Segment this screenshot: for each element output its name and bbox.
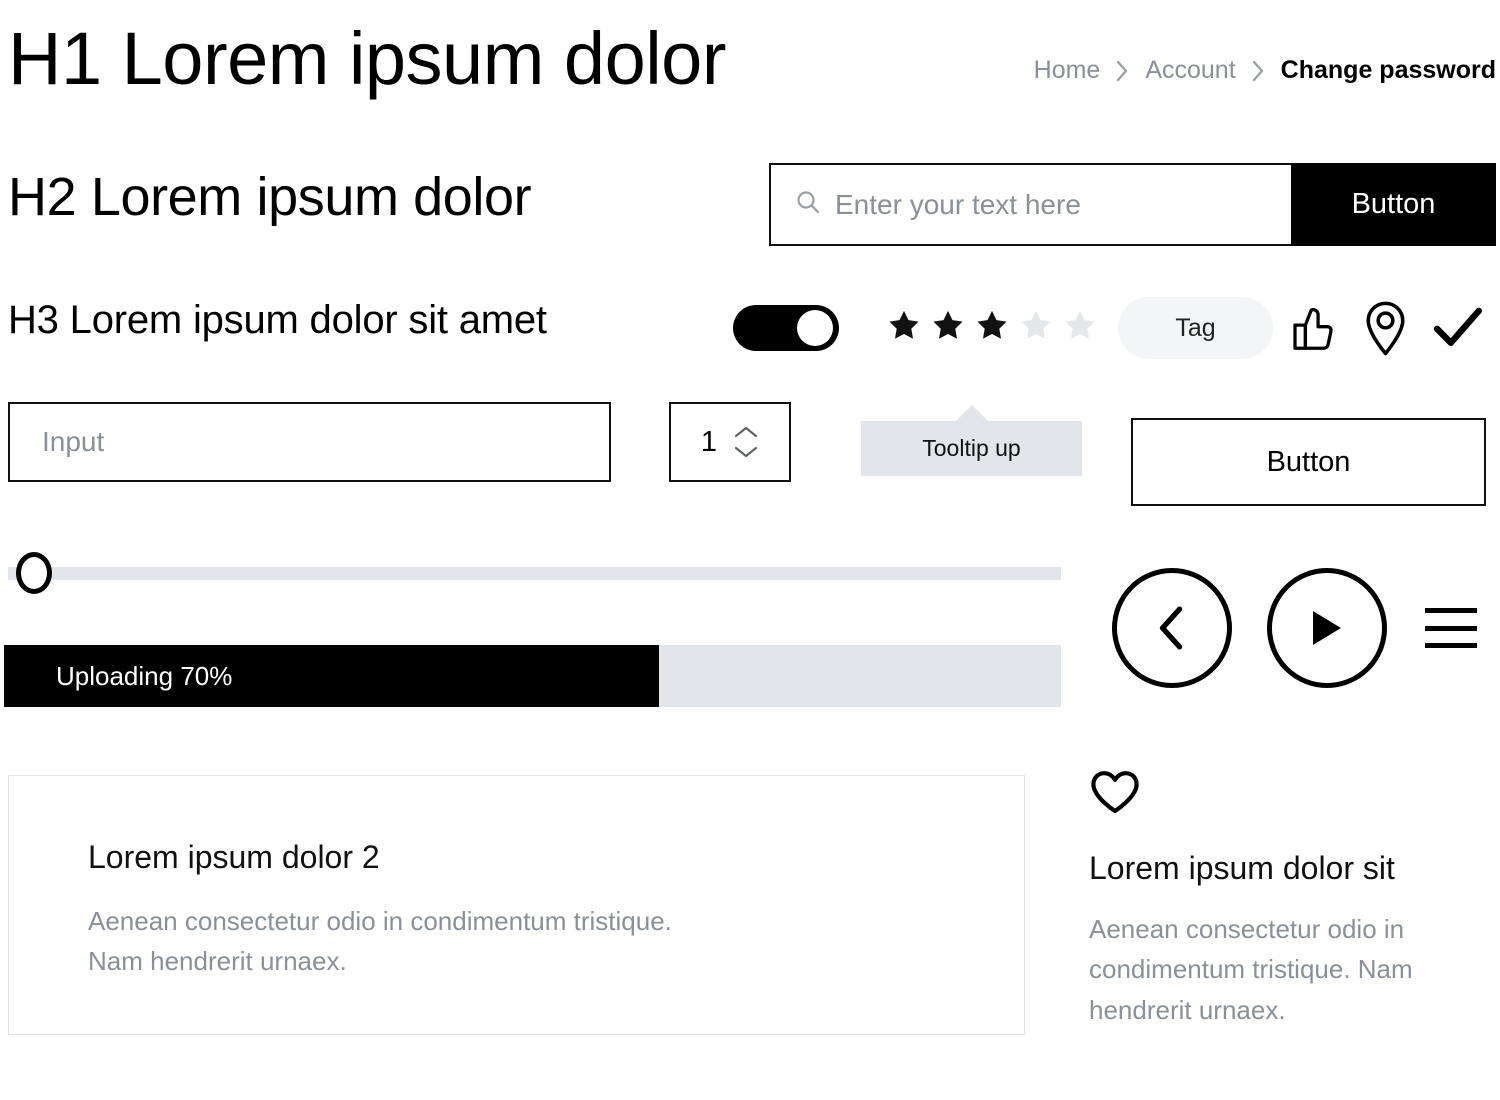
star-icon-filled[interactable] [886,308,922,343]
tooltip-text: Tooltip up [922,435,1021,461]
map-pin-icon[interactable] [1363,300,1408,357]
breadcrumb: Home Account Change password [1034,56,1496,85]
hamburger-bar [1425,625,1477,631]
play-button[interactable] [1267,568,1387,688]
slider-handle[interactable] [16,552,52,594]
side-title: Lorem ipsum dolor sit [1089,850,1395,886]
slider-track[interactable] [8,567,1061,580]
chevron-right-icon [1252,60,1265,82]
tag-chip[interactable]: Tag [1118,297,1273,359]
chevron-up-icon[interactable] [733,425,759,439]
star-icon-empty[interactable] [1062,308,1098,343]
side-body: Aenean consectetur odio in condimentum t… [1089,914,1413,1025]
content-card: Lorem ipsum dolor 2 Aenean consectetur o… [8,775,1025,1035]
page-title-h3: H3 Lorem ipsum dolor sit amet [8,298,547,342]
slider[interactable] [8,552,1061,596]
breadcrumb-item-home[interactable]: Home [1034,56,1101,85]
quantity-stepper-arrows[interactable] [733,425,759,459]
search-icon [795,189,821,220]
chevron-down-icon[interactable] [733,445,759,459]
page-title-h2: H2 Lorem ipsum dolor [8,167,532,227]
star-icon-filled[interactable] [930,308,966,343]
progress-bar-label: Uploading 70% [56,660,233,691]
secondary-button[interactable]: Button [1131,418,1486,506]
breadcrumb-item-change-password[interactable]: Change password [1281,56,1496,85]
progress-bar: Uploading 70% [4,645,1061,707]
previous-button[interactable] [1112,568,1232,688]
chevron-right-icon [1116,60,1129,82]
search-input-placeholder: Enter your text here [835,188,1081,220]
hamburger-bar [1425,608,1477,613]
breadcrumb-item-account[interactable]: Account [1145,56,1235,85]
text-input[interactable]: Input [8,402,611,482]
heart-icon[interactable] [1089,768,1141,816]
play-icon [1313,611,1341,645]
quantity-stepper-value: 1 [700,425,718,458]
search-input[interactable]: Enter your text here [769,163,1291,246]
tag-label: Tag [1175,313,1216,342]
star-rating[interactable] [886,308,1098,343]
page-title-h1: H1 Lorem ipsum dolor [8,17,726,100]
toggle-knob [797,310,833,346]
star-icon-empty[interactable] [1018,308,1054,343]
chevron-left-icon [1159,606,1183,650]
quantity-stepper[interactable]: 1 [669,402,791,482]
toggle-switch[interactable] [733,305,839,351]
tooltip-up: Tooltip up [861,405,1082,476]
star-icon-filled[interactable] [974,308,1010,343]
text-input-placeholder: Input [42,426,105,457]
hamburger-menu-icon[interactable] [1425,608,1477,648]
hamburger-bar [1425,643,1477,648]
card-title: Lorem ipsum dolor 2 [88,839,380,875]
thumbs-up-icon[interactable] [1290,303,1340,355]
card-body: Aenean consectetur odio in condimentum t… [88,906,672,977]
wireframe-canvas: H1 Lorem ipsum dolor H2 Lorem ipsum dolo… [0,0,1500,1100]
check-icon[interactable] [1432,304,1484,350]
search-bar: Enter your text here Button [769,163,1496,246]
tooltip-arrow-icon [954,405,989,422]
side-content-block: Lorem ipsum dolor sit Aenean consectetur… [1089,768,1489,1030]
heart-icon-wrapper [1089,768,1489,820]
progress-bar-fill: Uploading 70% [4,645,660,707]
search-submit-button[interactable]: Button [1291,163,1496,246]
